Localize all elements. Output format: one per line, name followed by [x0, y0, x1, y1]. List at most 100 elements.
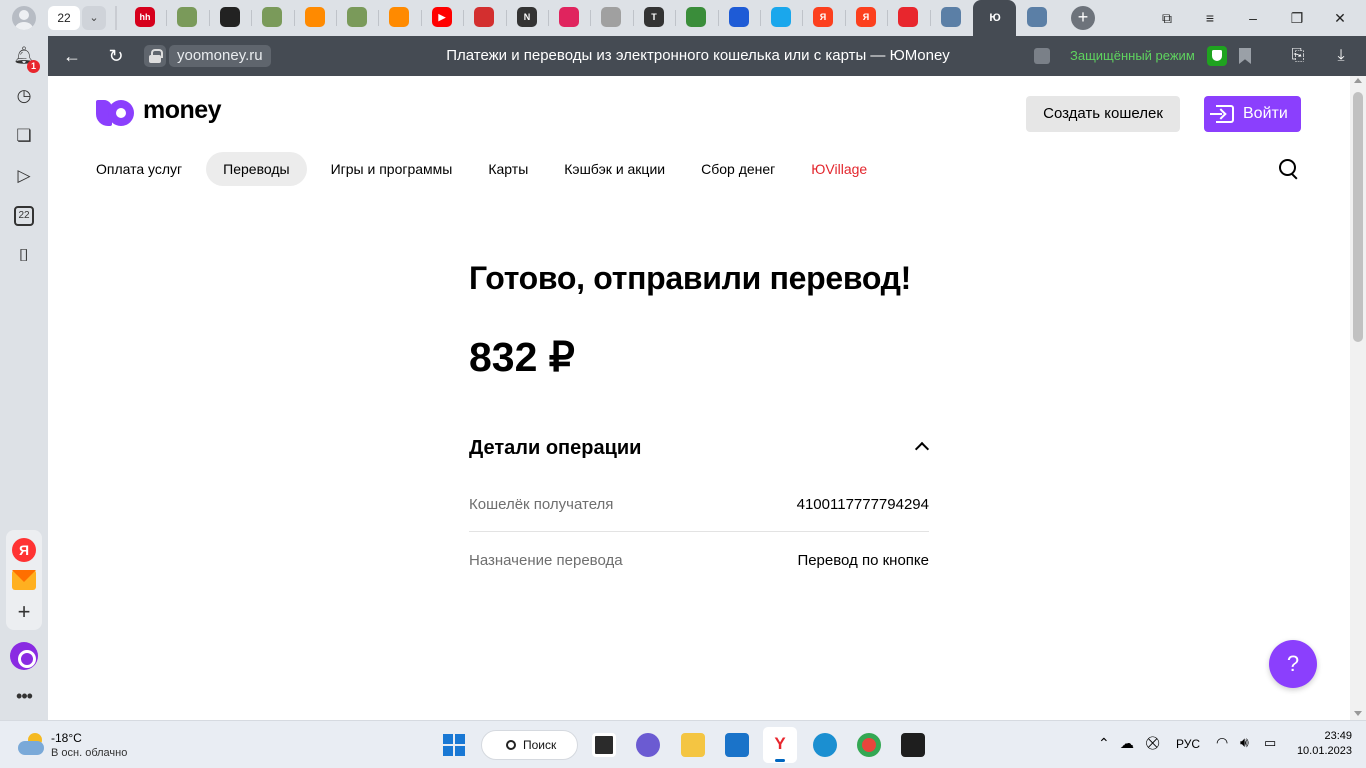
- calendar-icon[interactable]: 22: [14, 206, 34, 226]
- alice-assistant-icon[interactable]: [10, 642, 38, 670]
- pinned-tab-18[interactable]: Я: [856, 7, 876, 27]
- nav-item-games[interactable]: Игры и программы: [319, 152, 465, 186]
- taskbar-search[interactable]: Поиск: [481, 730, 578, 760]
- search-icon[interactable]: [1278, 158, 1300, 180]
- pinned-tab-4[interactable]: [262, 7, 282, 27]
- new-tab-button[interactable]: +: [1071, 6, 1095, 30]
- close-window-button[interactable]: ✕: [1330, 8, 1350, 28]
- scroll-up-arrow-icon[interactable]: [1354, 78, 1362, 83]
- nav-item-transfers[interactable]: Переводы: [206, 152, 307, 186]
- nav-item-cards[interactable]: Карты: [476, 152, 540, 186]
- pinned-tab-19[interactable]: [898, 7, 918, 27]
- pinned-tab-7[interactable]: [389, 7, 409, 27]
- weather-cloud-icon[interactable]: [18, 733, 46, 755]
- nav-item-payments[interactable]: Оплата услуг: [84, 152, 194, 186]
- address-bar: ← ↻ yoomoney.ru Платежи и переводы из эл…: [48, 36, 1366, 76]
- add-app-icon[interactable]: +: [12, 600, 36, 624]
- page-scrollbar[interactable]: [1350, 76, 1366, 720]
- figma-icon[interactable]: [901, 733, 925, 757]
- tab-active-yoomoney[interactable]: Ю: [973, 0, 1016, 36]
- pinned-tab-12[interactable]: [601, 7, 621, 27]
- bookmark-icon[interactable]: [1239, 48, 1251, 64]
- task-view-icon[interactable]: [592, 733, 616, 757]
- help-button[interactable]: ?: [1269, 640, 1317, 688]
- yandex-browser-taskbar-icon[interactable]: Y: [763, 727, 797, 763]
- wifi-icon[interactable]: ◠: [1216, 734, 1228, 751]
- tabs-dropdown-chevron-icon[interactable]: ⌄: [82, 6, 106, 30]
- history-clock-icon[interactable]: ◷: [12, 84, 36, 108]
- language-indicator[interactable]: РУС: [1176, 737, 1200, 751]
- minimize-button[interactable]: –: [1243, 8, 1263, 28]
- pinned-tab-10[interactable]: N: [517, 7, 537, 27]
- page-title[interactable]: Платежи и переводы из электронного кошел…: [378, 36, 1018, 76]
- teams-chat-icon[interactable]: [636, 733, 660, 757]
- network-error-icon[interactable]: ⛒: [1146, 735, 1159, 751]
- detail-row-recipient: Кошелёк получателя 4100117777794294: [469, 478, 929, 532]
- create-wallet-button[interactable]: Создать кошелек: [1026, 96, 1180, 132]
- pinned-tab-20[interactable]: [941, 7, 961, 27]
- yandex-icon[interactable]: Я: [12, 538, 36, 562]
- transfer-amount: 832 ₽: [469, 334, 575, 380]
- weather-temp[interactable]: -18°C: [51, 731, 82, 745]
- pinned-tab-14[interactable]: [686, 7, 706, 27]
- nav-item-yuvillage[interactable]: ЮVillage: [799, 152, 879, 186]
- reload-icon[interactable]: ↻: [104, 44, 128, 68]
- screenshot-camera-icon[interactable]: ⌷: [12, 244, 36, 268]
- start-windows-icon[interactable]: [443, 734, 465, 756]
- extension-icon[interactable]: [1034, 48, 1050, 64]
- file-explorer-icon[interactable]: [681, 733, 705, 757]
- tab-divider: [506, 10, 507, 26]
- pinned-tab-9[interactable]: [474, 7, 494, 27]
- mail-app-icon[interactable]: [725, 733, 749, 757]
- login-label: Войти: [1243, 105, 1288, 122]
- media-play-icon[interactable]: ▷: [12, 164, 36, 188]
- protect-shield-icon[interactable]: [1207, 46, 1227, 66]
- tray-chevron-up-icon[interactable]: ⌃: [1098, 735, 1110, 752]
- yoomoney-logo-icon[interactable]: [96, 100, 134, 126]
- edge-browser-icon[interactable]: [813, 733, 837, 757]
- url-domain[interactable]: yoomoney.ru: [169, 45, 271, 67]
- chrome-browser-icon[interactable]: [857, 733, 881, 757]
- restore-button[interactable]: ❐: [1287, 8, 1307, 28]
- pinned-tab-1[interactable]: hh: [135, 7, 155, 27]
- menu-icon[interactable]: ≡: [1200, 8, 1220, 28]
- browser-tab-strip: 22 ⌄ hh ▶ N T Я Я Ю + ⧉ ≡ – ❐ ✕: [0, 0, 1366, 36]
- back-arrow-icon[interactable]: ←: [60, 44, 84, 68]
- pinned-tab-15[interactable]: [729, 7, 749, 27]
- pinned-tab-2[interactable]: [177, 7, 197, 27]
- login-button[interactable]: Войти: [1204, 96, 1301, 132]
- more-dots-icon[interactable]: •••: [12, 684, 36, 708]
- pinned-tab-3[interactable]: [220, 7, 240, 27]
- reader-mode-icon[interactable]: ⎘: [1288, 46, 1308, 66]
- lock-icon[interactable]: [144, 45, 166, 67]
- tab-counter[interactable]: 22: [48, 6, 80, 30]
- weather-description[interactable]: В осн. облачно: [51, 747, 127, 759]
- logo-text[interactable]: money: [143, 96, 222, 125]
- pinned-tab-6[interactable]: [347, 7, 367, 27]
- tab-collections-icon[interactable]: ⧉: [1157, 8, 1177, 28]
- onedrive-cloud-icon[interactable]: ☁: [1120, 735, 1134, 752]
- pinned-tab-13[interactable]: T: [644, 7, 664, 27]
- scroll-thumb[interactable]: [1353, 92, 1363, 342]
- detail-label: Кошелёк получателя: [469, 496, 614, 513]
- system-clock[interactable]: 23:49 10.01.2023: [1290, 729, 1352, 759]
- collections-icon[interactable]: ❏: [12, 124, 36, 148]
- pinned-tab-11[interactable]: [559, 7, 579, 27]
- profile-avatar[interactable]: [12, 6, 36, 30]
- mail-icon[interactable]: [12, 570, 36, 590]
- nav-item-cashback[interactable]: Кэшбэк и акции: [552, 152, 677, 186]
- battery-icon[interactable]: ▭: [1264, 735, 1276, 751]
- scroll-down-arrow-icon[interactable]: [1354, 711, 1362, 716]
- tab-divider: [336, 10, 337, 26]
- volume-icon[interactable]: 🔊︎: [1240, 734, 1249, 751]
- tab-other[interactable]: [1027, 7, 1047, 27]
- detail-row-purpose: Назначение перевода Перевод по кнопке: [469, 533, 929, 587]
- pinned-tab-16[interactable]: [771, 7, 791, 27]
- pinned-tab-8[interactable]: ▶: [432, 7, 452, 27]
- nav-item-fundraising[interactable]: Сбор денег: [689, 152, 787, 186]
- downloads-icon[interactable]: ⤓: [1331, 46, 1351, 66]
- pinned-tab-17[interactable]: Я: [813, 7, 833, 27]
- details-toggle[interactable]: Детали операции: [469, 432, 930, 464]
- pinned-tab-5[interactable]: [305, 7, 325, 27]
- protected-mode-label[interactable]: Защищённый режим: [1070, 36, 1195, 76]
